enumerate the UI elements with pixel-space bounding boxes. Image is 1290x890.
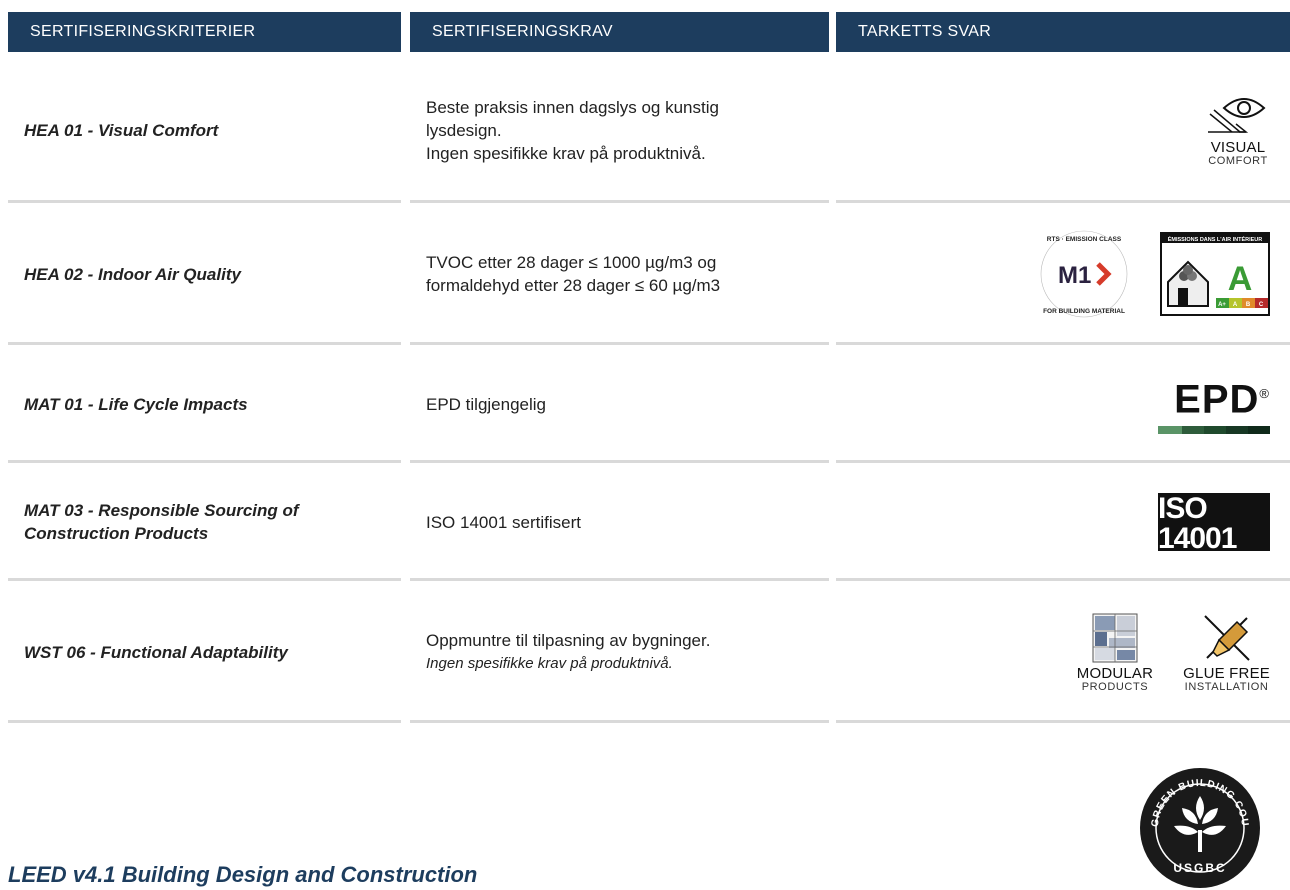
requirement-text: Oppmuntre til tilpasning av bygninger.	[426, 631, 711, 650]
usgbc-logo: U.S. GREEN BUILDING COUNCIL USGBC	[1138, 766, 1260, 888]
header-criteria: SERTIFISERINGSKRITERIER	[8, 12, 401, 52]
requirement-text: formaldehyd etter 28 dager ≤ 60 µg/m3	[426, 276, 721, 295]
badge-sublabel: INSTALLATION	[1184, 680, 1269, 693]
criterion-cell: HEA 02 - Indoor Air Quality	[24, 264, 241, 284]
badge-sublabel: COMFORT	[1208, 155, 1268, 167]
svg-text:A: A	[1233, 302, 1238, 308]
row-divider	[410, 720, 829, 723]
table-row: MAT 01 - Life Cycle Impacts EPD tilgjeng…	[0, 345, 1290, 463]
badge-label: MODULAR	[1076, 664, 1154, 682]
response-cell: Tarkett ISO 14001 ENVIRONMENTAL MANAGEME…	[836, 463, 1270, 581]
requirement-cell: TVOC etter 28 dager ≤ 1000 µg/m3 og form…	[426, 203, 826, 345]
response-cell: VISUAL COMFORT	[836, 58, 1270, 203]
criterion-text: MAT 03 - Responsible Sourcing of Constru…	[24, 501, 299, 543]
svg-text:RTS · EMISSION CLASS: RTS · EMISSION CLASS	[1047, 236, 1122, 243]
svg-text:USGBC: USGBC	[1173, 861, 1226, 875]
table-row: WST 06 - Functional Adaptability Oppmunt…	[0, 581, 1290, 723]
badge-sublabel: PRODUCTS	[1081, 680, 1149, 693]
header-response-label: TARKETTS SVAR	[858, 23, 992, 40]
glue-free-badge: GLUE FREE INSTALLATION	[1183, 612, 1270, 693]
row-divider	[8, 720, 401, 723]
requirement-cell: EPD tilgjengelig	[426, 394, 547, 414]
svg-text:C: C	[1259, 302, 1264, 308]
criterion-cell: MAT 01 - Life Cycle Impacts	[24, 394, 248, 414]
m1-text: M1	[1058, 262, 1091, 289]
badge-label: VISUAL	[1210, 139, 1266, 156]
response-cell: MODULAR PRODUCTS GLUE FREE INSTALLATION	[836, 581, 1270, 723]
criterion-cell: WST 06 - Functional Adaptability	[24, 642, 288, 662]
eye-icon	[1208, 98, 1266, 133]
modular-products-icon	[1092, 613, 1138, 662]
response-cell: RTS · EMISSION CLASS FOR BUILDING MATERI…	[836, 203, 1270, 345]
registered-mark: ®	[1259, 386, 1270, 402]
svg-text:FOR BUILDING MATERIAL: FOR BUILDING MATERIAL	[1043, 308, 1125, 315]
header-response: TARKETTS SVAR	[836, 12, 1290, 52]
iso-14001-icon: Tarkett ISO 14001 ENVIRONMENTAL MANAGEME…	[1158, 483, 1270, 560]
response-cell: EPD®	[836, 345, 1270, 463]
criterion-cell: HEA 01 - Visual Comfort	[24, 121, 219, 140]
requirement-text: Beste praksis innen dagslys og kunstig l…	[426, 98, 719, 140]
iso-sublabel: ENVIRONMENTAL MANAGEMENT SYSTEM	[1160, 554, 1268, 560]
svg-text:A+: A+	[1218, 302, 1226, 308]
m1-badge: RTS · EMISSION CLASS FOR BUILDING MATERI…	[1038, 228, 1130, 320]
row-divider	[836, 720, 1290, 723]
badge-label: GLUE FREE	[1183, 664, 1270, 682]
visual-comfort-badge: VISUAL COMFORT	[1206, 94, 1270, 167]
leed-section-title: LEED v4.1 Building Design and Constructi…	[8, 862, 478, 887]
requirement-text: Ingen spesifikke krav på produktnivå.	[426, 144, 706, 163]
header-requirements-label: SERTIFISERINGSKRAV	[432, 23, 613, 40]
criterion-cell: MAT 03 - Responsible Sourcing of Constru…	[24, 463, 394, 581]
iso-label: ISO 14001	[1158, 492, 1237, 555]
glue-free-icon	[1203, 614, 1250, 661]
emissions-air-interieur-icon: ÉMISSIONS DANS L'AIR INTÉRIEUR A A+ A B …	[1160, 232, 1270, 316]
emissions-badge: ÉMISSIONS DANS L'AIR INTÉRIEUR A A+ A B …	[1160, 232, 1270, 316]
epd-text: EPD	[1174, 377, 1260, 422]
svg-text:ÉMISSIONS DANS L'AIR INTÉRIEUR: ÉMISSIONS DANS L'AIR INTÉRIEUR	[1168, 235, 1263, 243]
modular-products-badge: MODULAR PRODUCTS	[1077, 612, 1153, 693]
m1-emission-class-icon: RTS · EMISSION CLASS FOR BUILDING MATERI…	[1040, 230, 1128, 318]
svg-text:A: A	[1228, 260, 1253, 298]
requirement-cell: ISO 14001 sertifisert	[426, 512, 581, 532]
requirement-cell: Beste praksis innen dagslys og kunstig l…	[426, 58, 826, 203]
table-row: HEA 01 - Visual Comfort Beste praksis in…	[0, 58, 1290, 203]
epd-icon	[1158, 425, 1270, 434]
epd-badge: EPD®	[1158, 374, 1270, 434]
iso-14001-badge: Tarkett ISO 14001 ENVIRONMENTAL MANAGEME…	[1158, 483, 1270, 560]
svg-text:B: B	[1246, 302, 1251, 308]
table-row: HEA 02 - Indoor Air Quality TVOC etter 2…	[0, 203, 1290, 345]
requirement-note: Ingen spesifikke krav på produktnivå.	[426, 655, 673, 672]
requirement-cell: Oppmuntre til tilpasning av bygninger. I…	[426, 581, 826, 723]
table-row: MAT 03 - Responsible Sourcing of Constru…	[0, 463, 1290, 581]
requirement-text: TVOC etter 28 dager ≤ 1000 µg/m3 og	[426, 253, 717, 272]
header-criteria-label: SERTIFISERINGSKRITERIER	[30, 23, 256, 40]
header-requirements: SERTIFISERINGSKRAV	[410, 12, 829, 52]
